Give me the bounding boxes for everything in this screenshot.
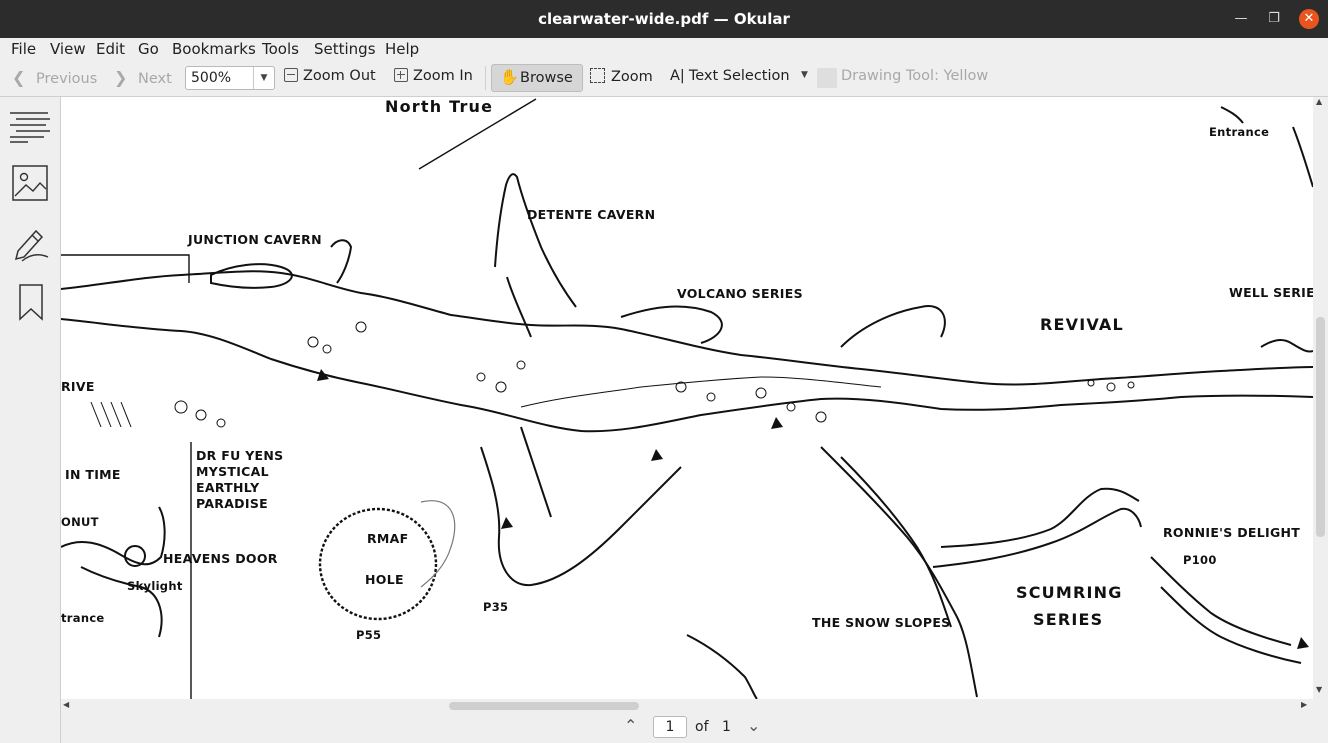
drawing-tool-swatch [817,68,837,88]
zoom-select-icon [590,68,605,83]
horizontal-scrollbar[interactable]: ◀ ▶ [61,699,1313,713]
zoom-out-icon [284,68,298,82]
page-number-input[interactable]: 1 [653,716,687,738]
chevron-left-icon: ❮ [12,68,26,87]
next-label: Next [138,71,172,87]
map-label-rive: RIVE [61,379,95,394]
window-title: clearwater-wide.pdf — Okular [538,10,790,28]
scroll-down-icon[interactable]: ▼ [1316,685,1322,694]
zoom-in-button[interactable]: Zoom In [394,68,473,84]
map-label-in-time: IN TIME [65,467,121,482]
annotations-icon[interactable] [12,225,50,263]
menu-help[interactable]: Help [385,40,419,58]
previous-label: Previous [36,71,98,87]
map-label-paradise: PARADISE [196,496,268,511]
menu-edit[interactable]: Edit [96,40,125,58]
map-label-junction-cavern: JUNCTION CAVERN [188,232,322,247]
map-label-series: SERIES [1033,610,1104,629]
toolbar-separator [485,66,486,90]
contents-icon[interactable] [8,109,52,143]
map-label-mystical: MYSTICAL [196,464,269,479]
maximize-button[interactable]: ❐ [1264,9,1284,29]
menu-bookmarks[interactable]: Bookmarks [172,40,256,58]
map-label-p100: P100 [1183,553,1217,567]
map-label-volcano-series: VOLCANO SERIES [677,286,803,301]
map-label-entrance: Entrance [1209,125,1270,139]
map-label-dr-fu-yens: DR FU YENS [196,448,284,463]
next-button[interactable]: ❯ Next [114,68,172,87]
zoom-tool-button[interactable]: Zoom [590,68,653,85]
scroll-right-icon[interactable]: ▶ [1301,700,1307,709]
drawing-tool-label[interactable]: Drawing Tool: Yellow [841,68,988,84]
map-label-heavens-door: HEAVENS DOOR [163,551,278,566]
map-label-well-series: WELL SERIE [1229,285,1313,300]
map-label-north-true: North True [385,97,494,116]
minimize-button[interactable]: — [1231,9,1251,29]
menu-tools[interactable]: Tools [262,40,299,58]
map-label-earthly: EARTHLY [196,480,260,495]
page-up-icon[interactable]: ⌃ [624,716,637,735]
map-label-skylight: Skylight [127,579,183,593]
map-label-ronnies-delight: RONNIE'S DELIGHT [1163,525,1301,540]
document-view[interactable]: North True Entrance DETENTE CAVERN JUNCT… [61,97,1313,699]
zoom-level-value: 500% [191,70,232,86]
chevron-right-icon: ❯ [114,68,128,87]
zoom-out-button[interactable]: Zoom Out [284,68,376,84]
thumbnails-icon[interactable] [12,165,50,203]
text-selection-label: Text Selection [688,68,790,84]
page-total-label: 1 [722,719,731,735]
zoom-out-label: Zoom Out [303,68,376,84]
map-label-snow-slopes: THE SNOW SLOPES [812,615,951,630]
map-label-rmaf: RMAF [367,531,409,546]
menu-view[interactable]: View [50,40,86,58]
text-selection-button[interactable]: A| Text Selection [670,68,790,84]
map-label-detente-cavern: DETENTE CAVERN [527,207,656,222]
chevron-down-icon[interactable]: ▼ [253,67,274,89]
zoom-tool-label: Zoom [611,69,653,85]
text-select-icon: A| [670,68,685,84]
chevron-down-icon[interactable]: ▼ [801,70,808,80]
map-label-scumring: SCUMRING [1016,583,1123,602]
previous-button[interactable]: ❮ Previous [12,68,97,87]
map-label-p55: P55 [356,628,382,642]
map-label-hole: HOLE [365,572,404,587]
map-label-entrance-left: trance [61,611,105,625]
page-navigation-bar: ⌃ 1 of 1 ⌄ [61,713,1328,743]
scroll-left-icon[interactable]: ◀ [63,700,69,709]
zoom-in-icon [394,68,408,82]
menu-file[interactable]: File [11,40,36,58]
map-label-onut: ONUT [61,515,99,529]
vertical-scrollbar[interactable]: ▲ ▼ [1313,97,1328,699]
horizontal-scroll-thumb[interactable] [449,702,639,710]
browse-tool-button[interactable]: ✋ Browse [491,64,583,92]
window-titlebar: clearwater-wide.pdf — Okular — ❐ ✕ [0,0,1328,38]
map-label-revival: REVIVAL [1040,315,1124,334]
browse-label: Browse [520,70,573,86]
zoom-level-combo[interactable]: 500% ▼ [185,66,275,90]
menu-settings[interactable]: Settings [314,40,376,58]
menu-go[interactable]: Go [138,40,159,58]
page-of-label: of [695,719,709,735]
cave-map-drawing [61,98,1313,699]
vertical-scroll-thumb[interactable] [1316,317,1325,537]
map-label-p35: P35 [483,600,509,614]
menu-bar: File View Edit Go Bookmarks Tools Settin… [0,38,1328,60]
main-toolbar: ❮ Previous ❯ Next 500% ▼ Zoom Out Zoom I… [0,60,1328,97]
sidebar [0,97,61,743]
hand-icon: ✋ [500,68,519,86]
bookmarks-icon[interactable] [18,283,46,323]
scroll-up-icon[interactable]: ▲ [1316,97,1322,106]
zoom-in-label: Zoom In [413,68,473,84]
page-down-icon[interactable]: ⌄ [747,716,760,735]
close-button[interactable]: ✕ [1299,9,1319,29]
